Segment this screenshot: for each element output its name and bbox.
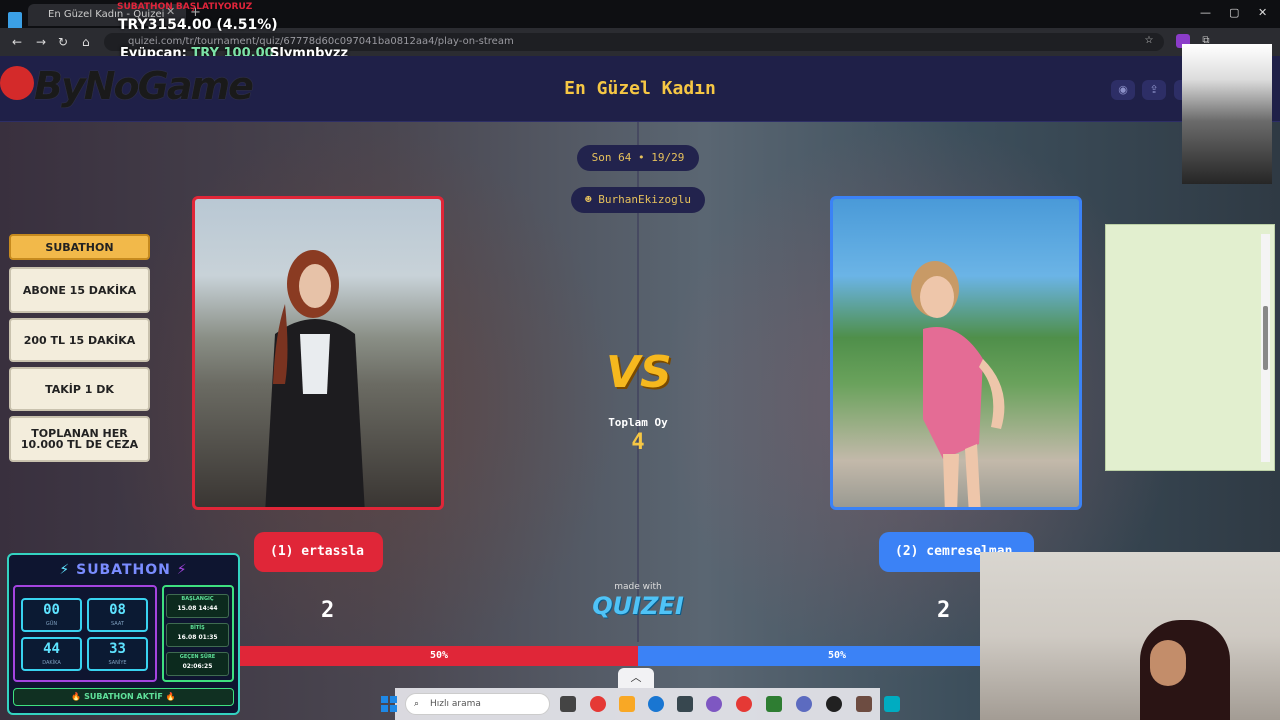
share-icon[interactable]: ⇪ [1142,80,1166,100]
show-hidden-icons-icon[interactable]: ︿ [618,668,654,688]
taskbar-search-placeholder: Hızlı arama [430,699,481,709]
info-label: GEÇEN SÜRE [179,654,216,660]
option-right-percent-label: 50% [827,650,847,661]
option-left-votes: 2 [321,598,335,623]
home-icon[interactable]: ⌂ [82,35,90,49]
obs-taskbar-icon[interactable] [826,696,842,712]
author-badge[interactable]: ☻ BurhanEkizoglu [571,187,705,213]
subathon-elapsed: GEÇEN SÜRE 02:06:25 [166,652,229,676]
timer-minutes: 44 DAKİKA [21,637,82,671]
made-with-label: made with [614,582,662,592]
webcam-streamer [1150,640,1186,686]
subathon-rule-item[interactable]: ABONE 15 DAKİKA [9,267,150,313]
timer-label: SANİYE [108,660,127,666]
timer-hours: 08 SAAT [87,598,148,632]
search-icon: ⌕ [414,699,420,709]
subathon-status-text: SUBATHON AKTİF [84,692,163,701]
subathon-rules-scroll-thumb[interactable] [1263,306,1268,370]
info-value: 16.08 01:35 [177,634,218,641]
subathon-end: BİTİŞ 16.08 01:35 [166,623,229,647]
discord-icon[interactable] [796,696,812,712]
donation-total: TRY3154.00 (4.51%) [118,17,278,33]
timer-value: 33 [109,641,126,657]
info-label: BAŞLANGIÇ [181,596,214,602]
option-right-photo [911,261,1005,507]
timer-label: GÜN [45,621,58,627]
subathon-rules-panel [1105,224,1275,471]
timer-value: 08 [109,602,126,618]
subathon-rule-item[interactable]: 200 TL 15 DAKİKA [9,318,150,362]
timer-label: DAKİKA [42,660,61,666]
taskbar-search-input[interactable]: ⌕ Hızlı arama [405,693,550,715]
option-left-percent-bar: 50% [240,646,638,666]
vs-icon: VS [606,347,672,398]
maximize-icon[interactable]: ▢ [1229,6,1239,19]
option-left-card[interactable] [192,196,444,510]
window-close-icon[interactable]: ✕ [1258,6,1267,19]
minimize-icon[interactable]: — [1200,6,1211,19]
timer-days: 00 GÜN [21,598,82,632]
stream-banner-text: SUBATHON BAŞLATIYORUZ [117,2,253,12]
info-label: BİTİŞ [190,625,205,631]
screen: En Güzel Kadın - Quizei ✕ + — ▢ ✕ ← → ↻ … [0,0,1280,720]
option-right-card[interactable] [830,196,1082,510]
file-explorer-icon[interactable] [619,696,635,712]
fire-icon: 🔥 [165,692,176,701]
webcam-feed [980,552,1280,720]
author-avatar-icon: ☻ [585,193,592,206]
chrome-icon[interactable] [590,696,606,712]
lightning-icon: ⚡ [176,562,188,578]
option-left-percent-label: 50% [429,650,449,661]
subathon-widget-title: ⚡ SUBATHON ⚡ [7,562,240,578]
task-view-icon[interactable] [560,696,576,712]
option-right-votes: 2 [937,598,951,623]
option-right-percent-bar: 50% [638,646,1036,666]
app-icon[interactable] [766,696,782,712]
app-icon[interactable] [884,696,900,712]
timer-value: 00 [43,602,60,618]
page-title: En Güzel Kadın [564,78,716,99]
store-icon[interactable] [677,696,693,712]
total-votes-label: Toplam Oy [608,416,668,429]
info-value: 02:06:25 [182,663,213,670]
subathon-start: BAŞLANGIÇ 15.08 14:44 [166,594,229,618]
option-left-photo [265,250,365,507]
bookmark-star-icon[interactable]: ☆ [1142,34,1156,48]
lightning-icon: ⚡ [59,562,71,578]
subathon-title-text: SUBATHON [76,562,171,578]
windows-start-icon[interactable] [381,696,397,712]
eye-icon[interactable]: ◉ [1111,80,1135,100]
edge-icon[interactable] [648,696,664,712]
forward-icon[interactable]: → [36,35,46,49]
total-votes-value: 4 [631,430,645,455]
timer-seconds: 33 SANİYE [87,637,148,671]
round-indicator: Son 64 • 19/29 [577,145,699,171]
author-name: BurhanEkizoglu [598,193,691,206]
subathon-status: 🔥 SUBATHON AKTİF 🔥 [13,688,234,706]
info-value: 15.08 14:44 [177,605,218,612]
app-icon[interactable] [856,696,872,712]
timer-value: 44 [43,641,60,657]
subathon-rule-item[interactable]: SUBATHON [9,234,150,260]
reload-icon[interactable]: ↻ [58,35,68,49]
subathon-rule-item[interactable]: TOPLANAN HER 10.000 TL DE CEZA [9,416,150,462]
opera-icon[interactable] [736,696,752,712]
option-left-vote-button[interactable]: (1) ertassla [254,532,383,572]
portrait-overlay [1182,44,1272,184]
timer-label: SAAT [111,621,124,627]
quizei-brand-logo[interactable]: QUIZEI [590,592,686,620]
fire-icon: 🔥 [71,692,82,701]
copilot-icon[interactable] [706,696,722,712]
back-icon[interactable]: ← [12,35,22,49]
subathon-rule-item[interactable]: TAKİP 1 DK [9,367,150,411]
